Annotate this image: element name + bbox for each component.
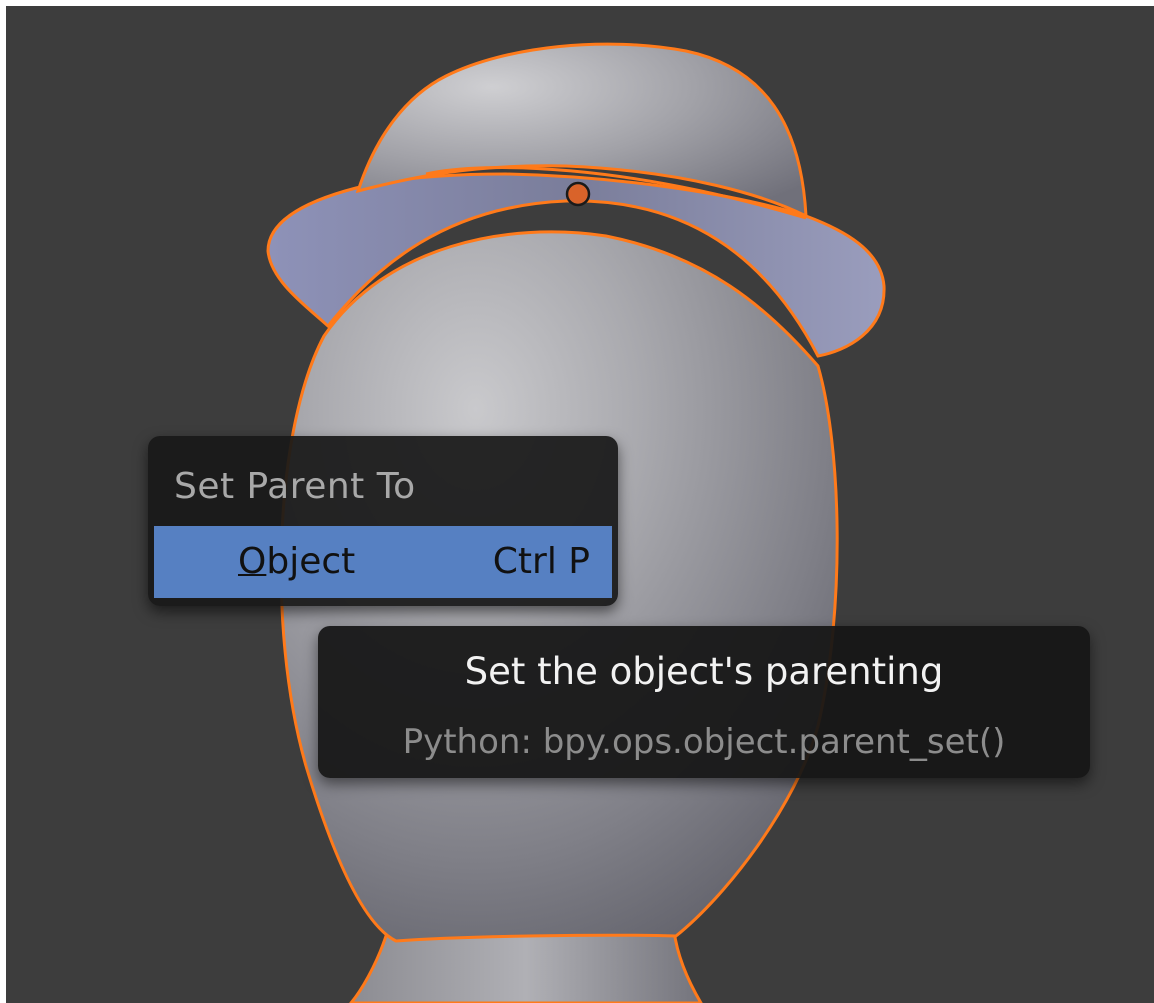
tooltip-python-path: Python: bpy.ops.object.parent_set() bbox=[402, 722, 1006, 762]
menu-item-mnemonic: O bbox=[238, 541, 267, 582]
menu-item-shortcut: Ctrl P bbox=[492, 541, 590, 582]
menu-item-object[interactable]: Object Ctrl P bbox=[154, 526, 612, 598]
3d-viewport[interactable]: Set Parent To Object Ctrl P Set the obje… bbox=[6, 6, 1154, 1003]
menu-item-label: Object bbox=[238, 541, 355, 582]
menu-item-label-rest: bject bbox=[266, 541, 356, 582]
set-parent-menu: Set Parent To Object Ctrl P bbox=[148, 436, 618, 606]
object-origin-dot bbox=[565, 181, 591, 207]
operator-tooltip: Set the object's parenting Python: bpy.o… bbox=[318, 626, 1090, 778]
tooltip-title: Set the object's parenting bbox=[464, 650, 944, 693]
menu-title: Set Parent To bbox=[174, 466, 416, 507]
